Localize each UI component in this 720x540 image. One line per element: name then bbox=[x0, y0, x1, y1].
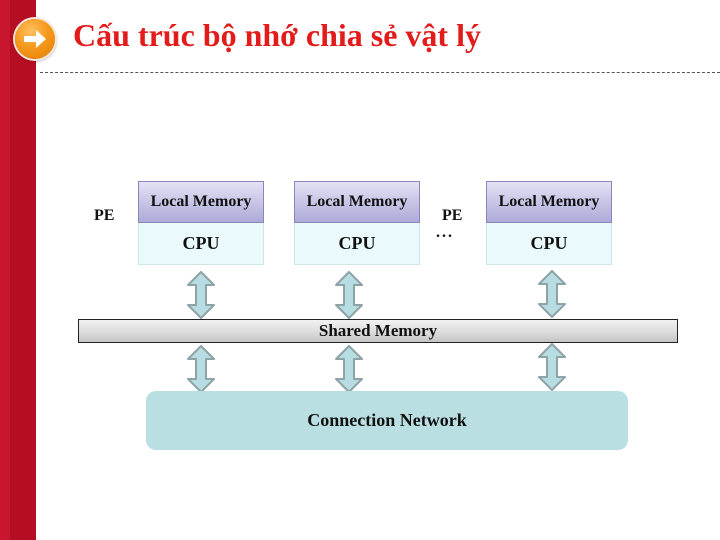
cpu-box: CPU bbox=[294, 223, 420, 265]
ellipsis: ... bbox=[436, 224, 454, 241]
slide-sidebar-bar bbox=[0, 0, 36, 540]
double-headed-vertical-arrow-icon bbox=[187, 271, 215, 319]
pe-label: PE bbox=[94, 207, 115, 224]
slide-title: Cấu trúc bộ nhớ chia sẻ vật lý bbox=[73, 17, 481, 53]
cpu-box: CPU bbox=[138, 223, 264, 265]
title-divider bbox=[40, 72, 720, 73]
arrow-right-circle-icon bbox=[15, 19, 55, 59]
double-headed-vertical-arrow-icon bbox=[335, 345, 363, 393]
processing-element-3: Local Memory CPU bbox=[486, 181, 612, 265]
local-memory-box: Local Memory bbox=[138, 181, 264, 223]
local-memory-box: Local Memory bbox=[294, 181, 420, 223]
double-headed-vertical-arrow-icon bbox=[187, 345, 215, 393]
double-headed-vertical-arrow-icon bbox=[538, 343, 566, 391]
pe-label: PE bbox=[442, 207, 463, 224]
processing-element-1: Local Memory CPU bbox=[138, 181, 264, 265]
double-headed-vertical-arrow-icon bbox=[335, 271, 363, 319]
cpu-box: CPU bbox=[486, 223, 612, 265]
shared-memory-bar: Shared Memory bbox=[78, 319, 678, 343]
double-headed-vertical-arrow-icon bbox=[538, 270, 566, 318]
processing-element-2: Local Memory CPU bbox=[294, 181, 420, 265]
connection-network-box: Connection Network bbox=[146, 391, 628, 450]
local-memory-box: Local Memory bbox=[486, 181, 612, 223]
